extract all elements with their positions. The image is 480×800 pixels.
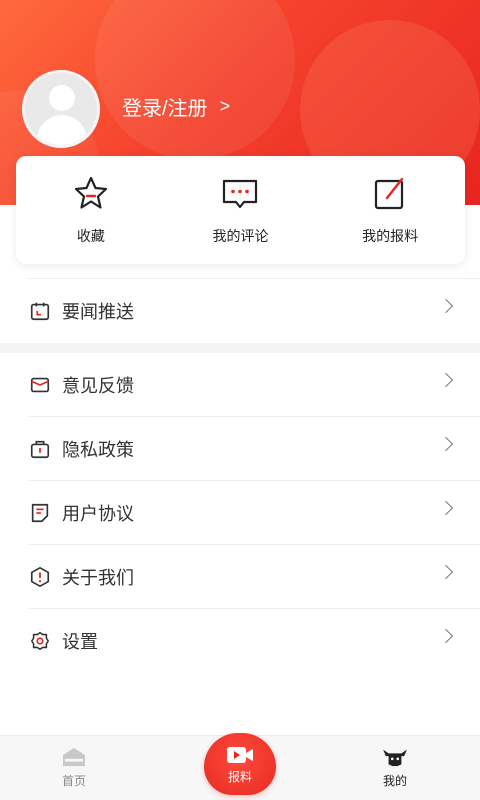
tab-home-label: 首页 bbox=[61, 774, 86, 788]
menu-item-about-us[interactable]: 关于我们 bbox=[28, 545, 465, 609]
menu-item-privacy-policy[interactable]: 隐私政策 bbox=[28, 417, 465, 481]
menu-item-feedback[interactable]: 意见反馈 bbox=[28, 353, 465, 417]
calendar-icon bbox=[28, 299, 52, 323]
login-register-link[interactable]: 登录/注册 > bbox=[122, 92, 230, 121]
my-comments-label: 我的评论 bbox=[212, 228, 269, 244]
video-camera-icon bbox=[227, 746, 253, 763]
report-button[interactable]: 报料 bbox=[204, 733, 276, 795]
login-register-label: 登录/注册 bbox=[122, 98, 208, 120]
chevron-right-icon bbox=[438, 372, 454, 388]
menu-item-news-push[interactable]: 要闻推送 bbox=[28, 279, 465, 343]
favorites-button[interactable]: 收藏 bbox=[26, 174, 156, 246]
menu-item-label: 设置 bbox=[62, 632, 98, 652]
menu-item-label: 意见反馈 bbox=[62, 376, 134, 396]
comment-icon bbox=[223, 179, 258, 209]
menu-item-label: 用户协议 bbox=[62, 504, 134, 524]
chevron-right-icon bbox=[438, 564, 454, 580]
favorites-label: 收藏 bbox=[76, 228, 105, 244]
menu-item-settings[interactable]: 设置 bbox=[28, 609, 465, 673]
edit-icon bbox=[375, 177, 404, 210]
home-icon bbox=[63, 747, 85, 767]
mail-icon bbox=[28, 373, 52, 397]
info-icon bbox=[28, 565, 52, 589]
chevron-right-icon bbox=[438, 436, 454, 452]
tab-mine-label: 我的 bbox=[382, 774, 407, 788]
menu-item-label: 隐私政策 bbox=[62, 440, 134, 460]
tab-mine[interactable]: 我的 bbox=[380, 746, 410, 789]
cow-head-icon bbox=[383, 749, 407, 767]
chevron-right-icon bbox=[438, 500, 454, 516]
chevron-right-icon bbox=[438, 298, 454, 314]
chevron-right-icon bbox=[438, 628, 454, 644]
menu-item-user-agreement[interactable]: 用户协议 bbox=[28, 481, 465, 545]
menu-item-label: 要闻推送 bbox=[62, 302, 134, 322]
lock-icon bbox=[28, 437, 52, 461]
my-reports-button[interactable]: 我的报料 bbox=[325, 174, 455, 246]
report-button-label: 报料 bbox=[227, 769, 252, 784]
star-icon bbox=[74, 176, 107, 209]
my-comments-button[interactable]: 我的评论 bbox=[175, 174, 305, 246]
gear-icon bbox=[28, 629, 52, 653]
chevron-right-icon: > bbox=[219, 96, 231, 116]
avatar[interactable] bbox=[22, 70, 100, 148]
section-gap bbox=[0, 343, 480, 353]
my-reports-label: 我的报料 bbox=[362, 228, 419, 244]
quick-actions-card: 收藏 我的评论 我的报料 bbox=[16, 156, 465, 264]
document-icon bbox=[28, 501, 52, 525]
menu-item-label: 关于我们 bbox=[62, 568, 134, 588]
tab-home[interactable]: 首页 bbox=[60, 746, 88, 789]
